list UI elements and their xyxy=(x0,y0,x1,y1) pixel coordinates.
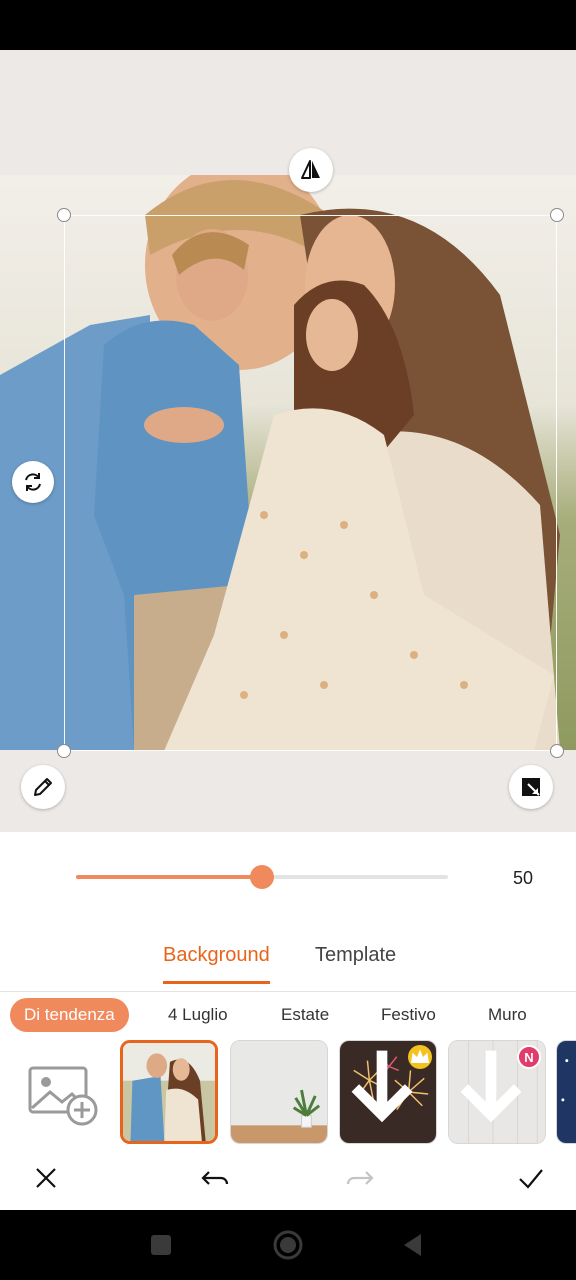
back-icon[interactable] xyxy=(400,1232,426,1258)
tab-background[interactable]: Background xyxy=(163,944,270,984)
home-icon[interactable] xyxy=(272,1229,304,1261)
status-bar xyxy=(0,0,576,50)
thumbnail-fireworks[interactable] xyxy=(339,1040,437,1144)
background-thumbnails: N xyxy=(0,1038,576,1146)
handle-top-left[interactable] xyxy=(57,208,71,222)
resize-corner-icon xyxy=(522,778,540,796)
handle-top-right[interactable] xyxy=(550,208,564,222)
tab-bar: Background Template xyxy=(0,930,576,992)
thumbnail-white-wood[interactable]: N xyxy=(448,1040,546,1144)
flip-button[interactable] xyxy=(289,148,333,192)
redo-icon[interactable] xyxy=(344,1162,376,1194)
chip-muro[interactable]: Muro xyxy=(488,998,527,1032)
resize-button[interactable] xyxy=(509,765,553,809)
edit-button[interactable] xyxy=(21,765,65,809)
slider-fill xyxy=(76,875,262,879)
chip-di-tendenza[interactable]: Di tendenza xyxy=(10,998,129,1032)
thumbnail-couple[interactable] xyxy=(120,1040,218,1144)
thumbnail-plant-room[interactable] xyxy=(230,1040,328,1144)
editor-canvas[interactable] xyxy=(0,50,576,832)
tab-template[interactable]: Template xyxy=(315,944,396,981)
chip-4-luglio[interactable]: 4 Luglio xyxy=(168,998,228,1032)
handle-bottom-right[interactable] xyxy=(550,744,564,758)
category-chips: Di tendenza 4 Luglio Estate Festivo Muro xyxy=(0,992,576,1038)
undo-icon[interactable] xyxy=(199,1162,231,1194)
thumbnail-night-sky[interactable] xyxy=(556,1040,576,1144)
slider-value: 50 xyxy=(512,868,534,888)
selection-box[interactable] xyxy=(64,215,557,751)
chip-festivo[interactable]: Festivo xyxy=(381,998,436,1032)
intensity-slider-row: 50 xyxy=(0,832,576,922)
slider-thumb[interactable] xyxy=(250,865,274,889)
download-icon xyxy=(460,1050,522,1123)
pencil-icon xyxy=(34,778,52,796)
rotate-icon xyxy=(25,473,41,491)
recents-icon[interactable] xyxy=(148,1232,174,1258)
check-icon[interactable] xyxy=(515,1162,547,1194)
system-nav-bar xyxy=(0,1210,576,1280)
download-icon xyxy=(351,1050,413,1123)
add-image-button[interactable] xyxy=(26,1064,100,1126)
handle-bottom-left[interactable] xyxy=(57,744,71,758)
add-image-icon xyxy=(28,1066,98,1126)
rotate-button[interactable] xyxy=(12,461,54,503)
flip-horizontal-icon xyxy=(301,160,320,179)
close-icon[interactable] xyxy=(30,1162,62,1194)
action-bar xyxy=(0,1146,576,1210)
chip-estate[interactable]: Estate xyxy=(281,998,329,1032)
